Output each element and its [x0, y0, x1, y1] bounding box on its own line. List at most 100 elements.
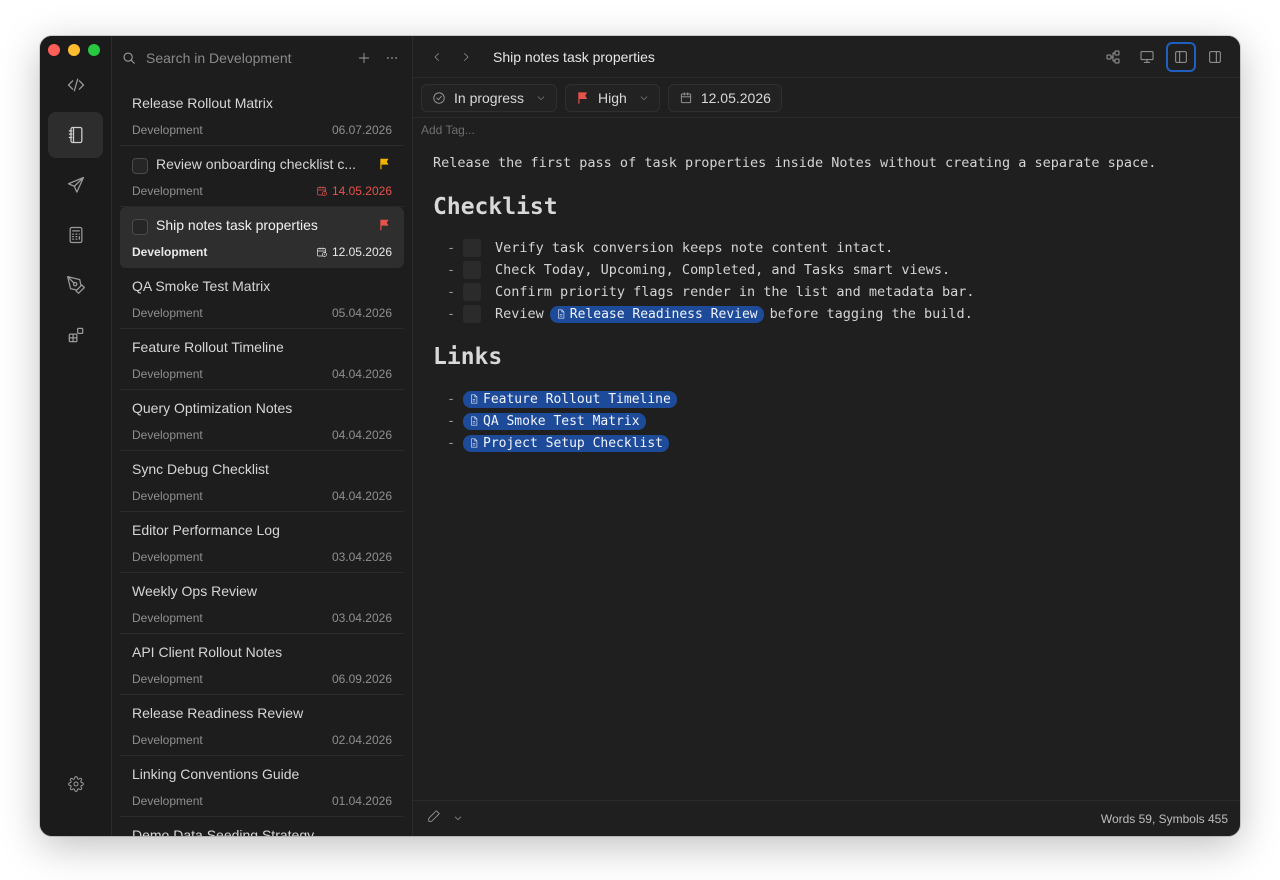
list-item[interactable]: Editor Performance Log Development 03.04… — [120, 512, 404, 573]
note-link-pill[interactable]: Release Readiness Review — [549, 305, 764, 323]
note-folder: Development — [132, 794, 203, 808]
send-icon — [67, 176, 84, 193]
note-title: Feature Rollout Timeline — [132, 339, 284, 355]
presentation-button[interactable] — [1132, 42, 1162, 72]
priority-dropdown[interactable]: High — [565, 84, 660, 112]
notes-list: Release Rollout Matrix Development 06.07… — [120, 85, 404, 836]
list-item[interactable]: Linking Conventions Guide Development 01… — [120, 756, 404, 817]
intro-paragraph: Release the first pass of task propertie… — [433, 155, 1157, 171]
note-title: Demo Data Seeding Strategy — [132, 827, 315, 836]
checklist-heading: Checklist — [433, 194, 558, 220]
edit-mode-dropdown[interactable] — [453, 810, 463, 828]
list-item[interactable]: Release Readiness Review Development 02.… — [120, 695, 404, 756]
note-link-pill[interactable]: Feature Rollout Timeline — [463, 390, 677, 408]
rail-send-button[interactable] — [48, 162, 103, 208]
page-title: Ship notes task properties — [493, 48, 655, 65]
checklist-checkbox[interactable] — [463, 283, 481, 301]
sidebar-left-icon — [1175, 51, 1187, 63]
priority-value: High — [598, 90, 627, 106]
add-tag-input[interactable]: Add Tag... — [421, 123, 475, 137]
list-item[interactable]: Query Optimization Notes Development 04.… — [120, 390, 404, 451]
document-icon — [557, 309, 565, 319]
calendar-clock-icon — [317, 247, 327, 257]
calendar-icon — [680, 92, 691, 104]
list-item[interactable]: Feature Rollout Timeline Development 04.… — [120, 329, 404, 390]
search-icon — [123, 52, 135, 64]
due-date-picker[interactable]: 12.05.2026 — [667, 84, 782, 112]
view-actions — [1098, 42, 1230, 72]
list-item[interactable]: API Client Rollout Notes Development 06.… — [120, 634, 404, 695]
note-link-pill[interactable]: QA Smoke Test Matrix — [463, 412, 646, 430]
back-button[interactable] — [425, 45, 449, 69]
chevron-down-icon — [537, 96, 545, 100]
toggle-left-sidebar-button[interactable] — [1166, 42, 1196, 72]
note-title: QA Smoke Test Matrix — [132, 278, 271, 294]
checklist-checkbox[interactable] — [463, 261, 481, 279]
gear-icon — [67, 776, 84, 792]
note-folder: Development — [132, 672, 203, 686]
list-item-selected[interactable]: Ship notes task properties Development 1… — [120, 207, 404, 268]
rail-notes-button[interactable] — [48, 112, 103, 158]
edit-mode-button[interactable] — [427, 809, 441, 828]
note-title: API Client Rollout Notes — [132, 644, 283, 660]
note-date: 06.09.2026 — [331, 672, 392, 686]
note-folder: Development — [132, 367, 203, 381]
note-title: Review onboarding checklist c... — [156, 156, 356, 172]
note-date: 04.04.2026 — [331, 428, 392, 442]
code-icon — [67, 78, 84, 92]
graph-view-button[interactable] — [1098, 42, 1128, 72]
note-date: 02.04.2026 — [331, 733, 392, 747]
checklist-item: - Confirm priority flags render in the l… — [447, 283, 975, 301]
task-checkbox[interactable] — [132, 158, 148, 174]
more-options-button[interactable] — [381, 47, 403, 69]
note-folder: Development — [132, 306, 203, 320]
list-item[interactable]: Weekly Ops Review Development 03.04.2026 — [120, 573, 404, 634]
note-folder: Development — [132, 123, 203, 137]
checklist-checkbox[interactable] — [463, 305, 481, 323]
app-window: Release Rollout Matrix Development 06.07… — [40, 36, 1240, 836]
toggle-right-sidebar-button[interactable] — [1200, 42, 1230, 72]
list-item[interactable]: Review onboarding checklist c... Develop… — [120, 146, 404, 207]
status-dropdown[interactable]: In progress — [421, 84, 558, 112]
sidebar-right-icon — [1209, 51, 1221, 63]
status-bar: Words 59, Symbols 455 — [413, 800, 1240, 836]
forward-button[interactable] — [454, 45, 478, 69]
rail-settings-button[interactable] — [48, 761, 103, 807]
calculator-icon — [69, 226, 82, 244]
rail-draw-button[interactable] — [48, 262, 103, 308]
flag-icon — [380, 158, 389, 170]
notebook-icon — [68, 126, 82, 144]
search-input[interactable] — [146, 50, 347, 66]
chevron-down-icon — [640, 96, 648, 100]
note-folder: Development — [132, 245, 208, 259]
more-horizontal-icon — [387, 57, 397, 59]
search-bar — [112, 36, 412, 80]
list-item[interactable]: QA Smoke Test Matrix Development 05.04.2… — [120, 268, 404, 329]
maximize-window-button[interactable] — [88, 44, 100, 56]
calendar-clock-icon — [317, 186, 327, 196]
checklist-checkbox[interactable] — [463, 239, 481, 257]
chevron-down-icon — [454, 816, 462, 820]
task-checkbox[interactable] — [132, 219, 148, 235]
status-value: In progress — [454, 90, 525, 106]
list-item[interactable]: Release Rollout Matrix Development 06.07… — [120, 85, 404, 146]
notes-list-panel: Release Rollout Matrix Development 06.07… — [112, 36, 413, 836]
rail-calculator-button[interactable] — [48, 212, 103, 258]
pencil-icon — [428, 810, 440, 822]
rail-widgets-button[interactable] — [48, 312, 103, 358]
new-note-button[interactable] — [353, 47, 375, 69]
list-item[interactable]: Sync Debug Checklist Development 04.04.2… — [120, 451, 404, 512]
close-window-button[interactable] — [48, 44, 60, 56]
rail-code-button[interactable] — [48, 62, 103, 108]
note-due-date: 14.05.2026 — [316, 184, 392, 198]
minimize-window-button[interactable] — [68, 44, 80, 56]
note-folder: Development — [132, 550, 203, 564]
note-folder: Development — [132, 428, 203, 442]
app-rail — [40, 36, 112, 836]
list-item[interactable]: Demo Data Seeding Strategy — [120, 817, 404, 836]
note-date: 03.04.2026 — [331, 611, 392, 625]
note-title: Release Readiness Review — [132, 705, 304, 721]
note-link-pill[interactable]: Project Setup Checklist — [463, 434, 670, 452]
note-date: 06.07.2026 — [331, 123, 392, 137]
links-heading: Links — [433, 344, 503, 370]
